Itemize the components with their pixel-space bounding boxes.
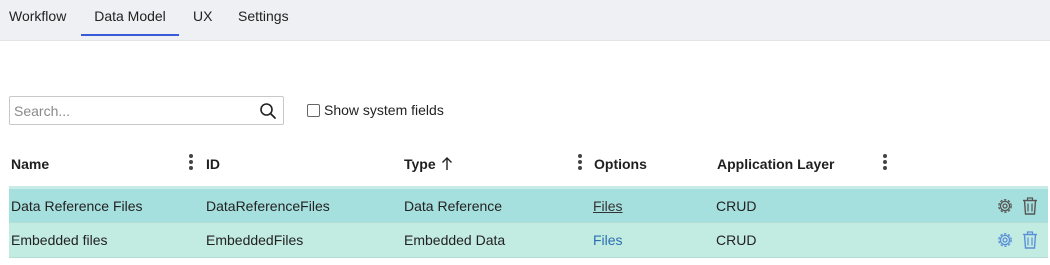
column-header-id[interactable]: ID bbox=[206, 154, 220, 174]
cell-id: EmbeddedFiles bbox=[206, 232, 304, 248]
column-header-application-layer[interactable]: Application Layer bbox=[717, 154, 834, 174]
gear-icon[interactable] bbox=[995, 196, 1015, 216]
search-input[interactable] bbox=[10, 97, 250, 124]
options-link[interactable]: Files bbox=[593, 189, 623, 223]
cell-name: Data Reference Files bbox=[11, 198, 143, 214]
search-icon[interactable] bbox=[259, 102, 277, 120]
cell-application-layer: CRUD bbox=[716, 232, 757, 248]
tab-bar: Workflow Data Model UX Settings bbox=[0, 0, 1050, 41]
cell-type: Data Reference bbox=[404, 198, 503, 214]
search-box bbox=[9, 96, 284, 125]
gear-icon[interactable] bbox=[995, 230, 1015, 250]
tab-workflow[interactable]: Workflow bbox=[9, 0, 66, 36]
cell-id: DataReferenceFiles bbox=[206, 198, 330, 214]
arrow-up-icon[interactable] bbox=[441, 156, 453, 171]
table-row[interactable]: Embedded files EmbeddedFiles Embedded Da… bbox=[9, 222, 1048, 258]
trash-icon[interactable] bbox=[1020, 196, 1040, 216]
checkbox-box[interactable] bbox=[307, 103, 320, 117]
cell-type: Embedded Data bbox=[404, 232, 506, 248]
trash-icon[interactable] bbox=[1020, 230, 1040, 250]
tab-data-model[interactable]: Data Model bbox=[81, 0, 179, 36]
column-menu-icon[interactable] bbox=[882, 153, 888, 173]
cell-application-layer: CRUD bbox=[716, 198, 757, 214]
tab-settings[interactable]: Settings bbox=[238, 0, 289, 36]
options-link[interactable]: Files bbox=[593, 223, 623, 257]
column-header-name[interactable]: Name bbox=[11, 154, 49, 174]
column-header-options[interactable]: Options bbox=[594, 154, 647, 174]
column-menu-icon[interactable] bbox=[577, 153, 583, 173]
show-system-fields-checkbox[interactable]: Show system fields bbox=[307, 102, 444, 118]
table-row[interactable]: Data Reference Files DataReferenceFiles … bbox=[9, 186, 1048, 222]
show-system-fields-label: Show system fields bbox=[324, 102, 444, 118]
column-header-type[interactable]: Type bbox=[404, 154, 436, 174]
cell-name: Embedded files bbox=[11, 232, 108, 248]
column-menu-icon[interactable] bbox=[188, 153, 194, 173]
tab-ux[interactable]: UX bbox=[193, 0, 212, 36]
